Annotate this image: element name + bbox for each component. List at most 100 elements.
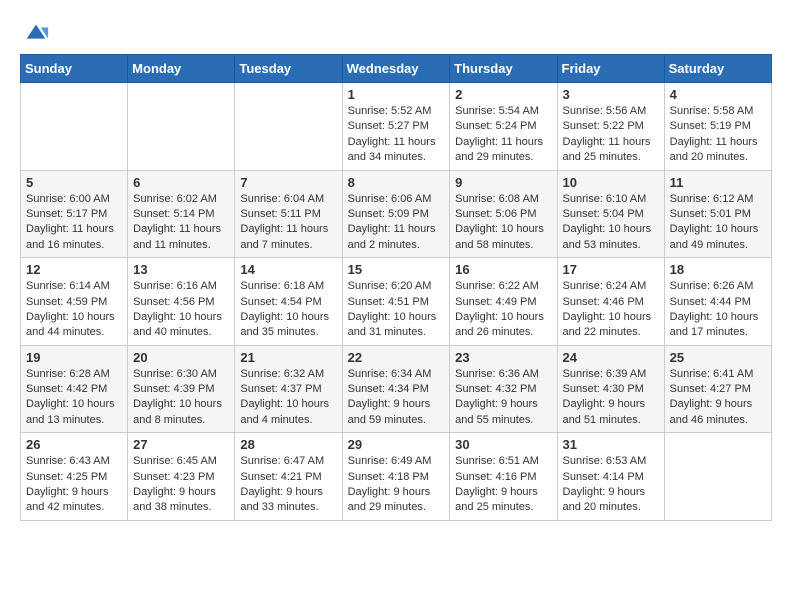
calendar-cell (664, 433, 771, 521)
page-header (20, 20, 772, 44)
calendar-cell: 10 Sunrise: 6:10 AM Sunset: 5:04 PM Dayli… (557, 170, 664, 258)
day-header-tuesday: Tuesday (235, 55, 342, 83)
day-number: 6 (133, 175, 229, 190)
calendar-cell: 9 Sunrise: 6:08 AM Sunset: 5:06 PM Daylig… (450, 170, 557, 258)
day-info: Sunrise: 6:24 AM Sunset: 4:46 PM Dayligh… (563, 279, 659, 341)
calendar-cell: 29Sunrise: 6:49 AM Sunset: 4:18 PM Dayli… (342, 433, 450, 521)
day-number: 30 (455, 437, 551, 452)
day-number: 14 (240, 262, 336, 277)
day-number: 9 (455, 175, 551, 190)
calendar-cell: 25Sunrise: 6:41 AM Sunset: 4:27 PM Dayli… (664, 345, 771, 433)
calendar-cell: 17 Sunrise: 6:24 AM Sunset: 4:46 PM Dayli… (557, 258, 664, 346)
day-info: Sunrise: 6:00 AM Sunset: 5:17 PM Dayligh… (26, 192, 122, 254)
day-number: 23 (455, 350, 551, 365)
day-info: Sunrise: 6:32 AM Sunset: 4:37 PM Dayligh… (240, 367, 336, 429)
day-number: 3 (563, 87, 659, 102)
day-number: 17 (563, 262, 659, 277)
day-number: 10 (563, 175, 659, 190)
calendar-cell: 30 Sunrise: 6:51 AM Sunset: 4:16 PM Dayli… (450, 433, 557, 521)
calendar-table: SundayMondayTuesdayWednesdayThursdayFrid… (20, 54, 772, 521)
day-info: Sunrise: 6:12 AM Sunset: 5:01 PM Dayligh… (670, 192, 766, 254)
day-info: Sunrise: 6:45 AM Sunset: 4:23 PM Dayligh… (133, 454, 229, 516)
day-info: Sunrise: 6:18 AM Sunset: 4:54 PM Dayligh… (240, 279, 336, 341)
day-info: Sunrise: 6:36 AM Sunset: 4:32 PM Dayligh… (455, 367, 551, 429)
day-number: 2 (455, 87, 551, 102)
calendar-cell: 16Sunrise: 6:22 AM Sunset: 4:49 PM Dayli… (450, 258, 557, 346)
day-info: Sunrise: 6:43 AM Sunset: 4:25 PM Dayligh… (26, 454, 122, 516)
calendar-header-row: SundayMondayTuesdayWednesdayThursdayFrid… (21, 55, 772, 83)
day-number: 18 (670, 262, 766, 277)
day-info: Sunrise: 6:53 AM Sunset: 4:14 PM Dayligh… (563, 454, 659, 516)
day-number: 8 (348, 175, 445, 190)
calendar-cell: 5 Sunrise: 6:00 AM Sunset: 5:17 PM Daylig… (21, 170, 128, 258)
day-number: 27 (133, 437, 229, 452)
logo (20, 20, 50, 44)
day-number: 5 (26, 175, 122, 190)
day-number: 20 (133, 350, 229, 365)
day-info: Sunrise: 6:04 AM Sunset: 5:11 PM Dayligh… (240, 192, 336, 254)
day-info: Sunrise: 6:39 AM Sunset: 4:30 PM Dayligh… (563, 367, 659, 429)
day-number: 29 (348, 437, 445, 452)
day-info: Sunrise: 6:51 AM Sunset: 4:16 PM Dayligh… (455, 454, 551, 516)
day-number: 22 (348, 350, 445, 365)
day-header-thursday: Thursday (450, 55, 557, 83)
day-header-monday: Monday (128, 55, 235, 83)
day-number: 7 (240, 175, 336, 190)
day-info: Sunrise: 6:30 AM Sunset: 4:39 PM Dayligh… (133, 367, 229, 429)
calendar-cell: 7 Sunrise: 6:04 AM Sunset: 5:11 PM Daylig… (235, 170, 342, 258)
calendar-cell: 27 Sunrise: 6:45 AM Sunset: 4:23 PM Dayli… (128, 433, 235, 521)
calendar-cell: 2 Sunrise: 5:54 AM Sunset: 5:24 PM Daylig… (450, 83, 557, 171)
day-number: 16 (455, 262, 551, 277)
calendar-cell: 13 Sunrise: 6:16 AM Sunset: 4:56 PM Dayli… (128, 258, 235, 346)
day-info: Sunrise: 6:16 AM Sunset: 4:56 PM Dayligh… (133, 279, 229, 341)
day-number: 28 (240, 437, 336, 452)
day-number: 1 (348, 87, 445, 102)
day-info: Sunrise: 6:08 AM Sunset: 5:06 PM Dayligh… (455, 192, 551, 254)
day-header-saturday: Saturday (664, 55, 771, 83)
calendar-week-row: 19 Sunrise: 6:28 AM Sunset: 4:42 PM Dayli… (21, 345, 772, 433)
calendar-cell: 26 Sunrise: 6:43 AM Sunset: 4:25 PM Dayli… (21, 433, 128, 521)
calendar-cell: 21 Sunrise: 6:32 AM Sunset: 4:37 PM Dayli… (235, 345, 342, 433)
day-header-wednesday: Wednesday (342, 55, 450, 83)
calendar-cell: 12Sunrise: 6:14 AM Sunset: 4:59 PM Dayli… (21, 258, 128, 346)
day-number: 31 (563, 437, 659, 452)
day-info: Sunrise: 6:02 AM Sunset: 5:14 PM Dayligh… (133, 192, 229, 254)
calendar-cell: 31 Sunrise: 6:53 AM Sunset: 4:14 PM Dayli… (557, 433, 664, 521)
day-number: 15 (348, 262, 445, 277)
calendar-cell: 23 Sunrise: 6:36 AM Sunset: 4:32 PM Dayli… (450, 345, 557, 433)
day-number: 21 (240, 350, 336, 365)
calendar-cell: 20 Sunrise: 6:30 AM Sunset: 4:39 PM Dayli… (128, 345, 235, 433)
calendar-cell: 14 Sunrise: 6:18 AM Sunset: 4:54 PM Dayli… (235, 258, 342, 346)
calendar-cell: 15Sunrise: 6:20 AM Sunset: 4:51 PM Dayli… (342, 258, 450, 346)
day-info: Sunrise: 6:10 AM Sunset: 5:04 PM Dayligh… (563, 192, 659, 254)
day-info: Sunrise: 6:28 AM Sunset: 4:42 PM Dayligh… (26, 367, 122, 429)
calendar-week-row: 12Sunrise: 6:14 AM Sunset: 4:59 PM Dayli… (21, 258, 772, 346)
day-info: Sunrise: 6:26 AM Sunset: 4:44 PM Dayligh… (670, 279, 766, 341)
calendar-cell (235, 83, 342, 171)
day-number: 19 (26, 350, 122, 365)
calendar-cell: 19 Sunrise: 6:28 AM Sunset: 4:42 PM Dayli… (21, 345, 128, 433)
calendar-cell: 8 Sunrise: 6:06 AM Sunset: 5:09 PM Daylig… (342, 170, 450, 258)
day-info: Sunrise: 5:52 AM Sunset: 5:27 PM Dayligh… (348, 104, 445, 166)
calendar-week-row: 1 Sunrise: 5:52 AM Sunset: 5:27 PM Daylig… (21, 83, 772, 171)
calendar-week-row: 5 Sunrise: 6:00 AM Sunset: 5:17 PM Daylig… (21, 170, 772, 258)
day-info: Sunrise: 5:54 AM Sunset: 5:24 PM Dayligh… (455, 104, 551, 166)
calendar-cell: 24Sunrise: 6:39 AM Sunset: 4:30 PM Dayli… (557, 345, 664, 433)
day-header-friday: Friday (557, 55, 664, 83)
day-header-sunday: Sunday (21, 55, 128, 83)
calendar-cell (21, 83, 128, 171)
day-number: 13 (133, 262, 229, 277)
calendar-cell: 18 Sunrise: 6:26 AM Sunset: 4:44 PM Dayli… (664, 258, 771, 346)
day-info: Sunrise: 6:34 AM Sunset: 4:34 PM Dayligh… (348, 367, 445, 429)
day-info: Sunrise: 5:56 AM Sunset: 5:22 PM Dayligh… (563, 104, 659, 166)
day-info: Sunrise: 5:58 AM Sunset: 5:19 PM Dayligh… (670, 104, 766, 166)
day-number: 26 (26, 437, 122, 452)
day-info: Sunrise: 6:41 AM Sunset: 4:27 PM Dayligh… (670, 367, 766, 429)
calendar-cell: 1 Sunrise: 5:52 AM Sunset: 5:27 PM Daylig… (342, 83, 450, 171)
calendar-cell: 6 Sunrise: 6:02 AM Sunset: 5:14 PM Daylig… (128, 170, 235, 258)
day-info: Sunrise: 6:06 AM Sunset: 5:09 PM Dayligh… (348, 192, 445, 254)
calendar-cell: 3 Sunrise: 5:56 AM Sunset: 5:22 PM Daylig… (557, 83, 664, 171)
calendar-cell: 4Sunrise: 5:58 AM Sunset: 5:19 PM Daylig… (664, 83, 771, 171)
calendar-cell: 22 Sunrise: 6:34 AM Sunset: 4:34 PM Dayli… (342, 345, 450, 433)
logo-icon (22, 20, 50, 48)
